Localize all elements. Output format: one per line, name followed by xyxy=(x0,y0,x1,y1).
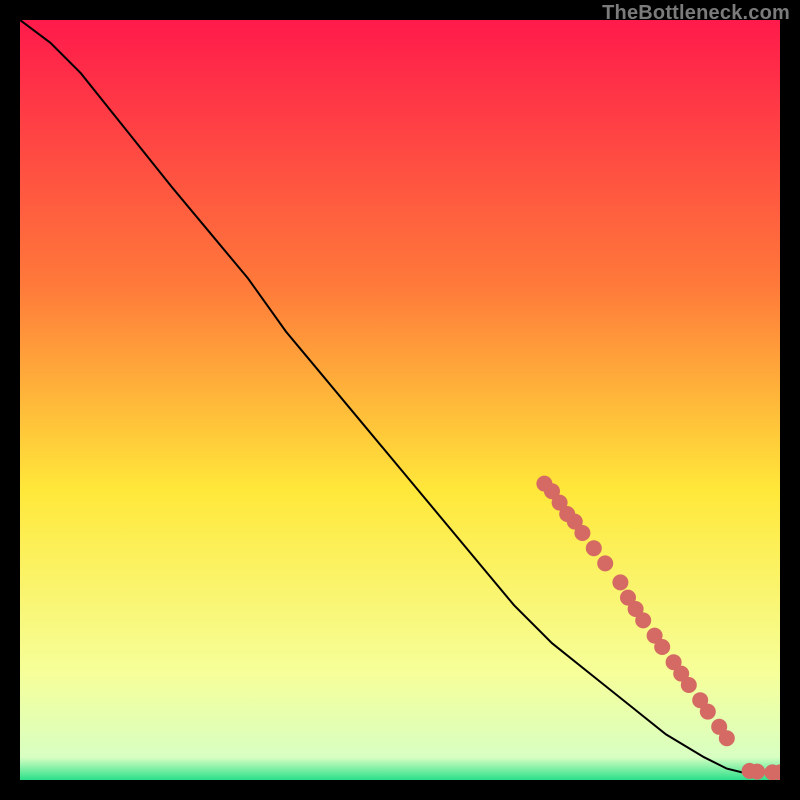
data-marker xyxy=(700,704,716,720)
data-marker xyxy=(654,639,670,655)
data-marker xyxy=(681,677,697,693)
data-marker xyxy=(635,612,651,628)
data-marker xyxy=(719,730,735,746)
data-marker xyxy=(574,525,590,541)
data-marker xyxy=(612,574,628,590)
bottleneck-chart xyxy=(20,20,780,780)
data-marker xyxy=(597,555,613,571)
chart-frame: { "watermark": "TheBottleneck.com", "col… xyxy=(0,0,800,800)
data-marker xyxy=(586,540,602,556)
gradient-background xyxy=(20,20,780,780)
data-marker xyxy=(749,764,765,780)
watermark-text: TheBottleneck.com xyxy=(602,2,790,25)
